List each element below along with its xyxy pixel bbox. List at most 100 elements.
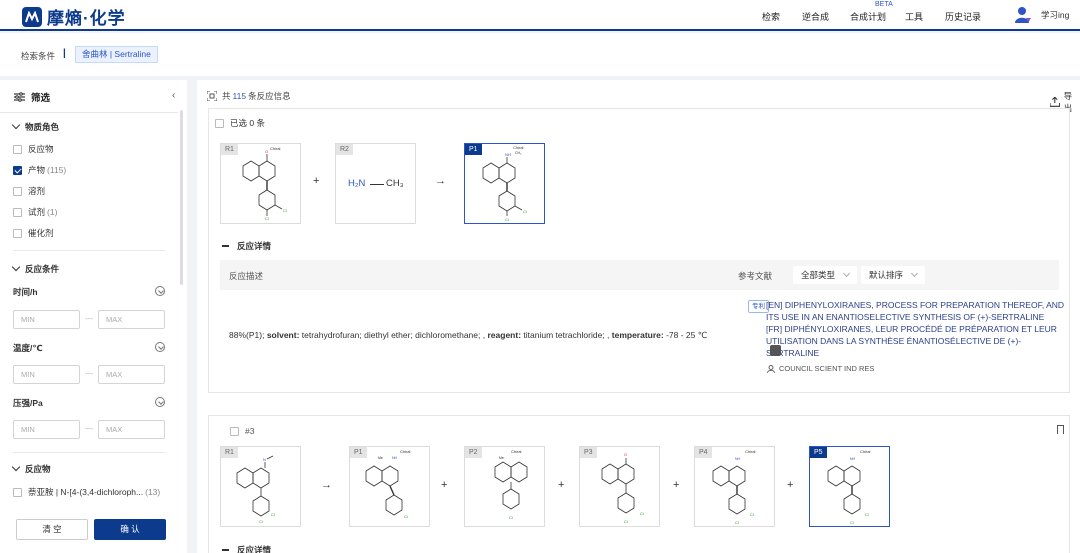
copy-icon[interactable] bbox=[770, 345, 781, 356]
checkbox[interactable] bbox=[13, 487, 22, 497]
reference-link[interactable]: [EN] DIPHENYLOXIRANES, PROCESS FOR PREPA… bbox=[766, 299, 1066, 359]
svg-text:Cl: Cl bbox=[523, 209, 527, 214]
svg-text:Cl: Cl bbox=[624, 519, 628, 524]
temperature-max-input[interactable]: MAX bbox=[98, 365, 165, 384]
filter-sliders-icon bbox=[14, 92, 25, 102]
logo-text: 摩熵·化学 bbox=[47, 9, 126, 28]
time-max-input[interactable]: MAX bbox=[98, 310, 165, 329]
svg-text:N: N bbox=[263, 457, 266, 462]
section-reactant[interactable]: 反应物 bbox=[13, 463, 51, 475]
filter-title: 筛选 bbox=[14, 90, 50, 104]
checkbox[interactable] bbox=[215, 118, 224, 128]
reference-organization: COUNCIL SCIENT IND RES bbox=[767, 364, 874, 373]
checkbox-checked[interactable] bbox=[13, 165, 22, 175]
molecule-structure: Chiral CH₃ NH Cl Cl bbox=[482, 145, 527, 222]
molecule-card-r1[interactable]: R1 Chiral O Cl Cl bbox=[220, 143, 301, 224]
role-product[interactable]: 产物 (115) bbox=[13, 164, 66, 176]
nav-retrosynthesis[interactable]: 逆合成 bbox=[802, 10, 829, 23]
molecule-structure: Chiral NH Cl Cl bbox=[827, 449, 871, 525]
svg-text:CH₃: CH₃ bbox=[515, 151, 522, 155]
role-catalyst[interactable]: 催化剂 bbox=[13, 227, 54, 239]
reaction-detail-toggle[interactable]: 反应详情 bbox=[222, 544, 271, 553]
temperature-min-input[interactable]: MIN bbox=[13, 365, 80, 384]
svg-text:Cl: Cl bbox=[259, 519, 263, 524]
divider bbox=[13, 452, 165, 453]
filter-sidebar: 筛选 ‹ 物质角色 反应物 产物 (115) 溶剂 试剂 (1) 催化剂 反应条件 … bbox=[0, 80, 187, 553]
nav-tools[interactable]: 工具 bbox=[905, 10, 923, 23]
reaction-arrow: → bbox=[435, 175, 446, 187]
svg-text:O: O bbox=[624, 452, 627, 457]
molecule-card-r2[interactable]: R2 H₂N CH₃ bbox=[335, 143, 416, 224]
pressure-min-input[interactable]: MIN bbox=[13, 420, 80, 439]
molecule-structure: Chiral O Cl Cl bbox=[242, 146, 287, 221]
nav-synthesis-plan[interactable]: 合成计划 bbox=[850, 10, 886, 23]
molecule-card-p2[interactable]: P2 Chiral Me Cl bbox=[464, 446, 545, 527]
svg-text:NH: NH bbox=[392, 456, 398, 460]
chevron-left-icon[interactable]: ‹ bbox=[172, 90, 175, 101]
pressure-label: 压强/Pa bbox=[13, 398, 43, 408]
svg-text:Cl: Cl bbox=[640, 511, 644, 516]
section-conditions[interactable]: 反应条件 bbox=[13, 263, 59, 275]
formula-amine: H₂N bbox=[348, 178, 366, 189]
checkbox[interactable] bbox=[13, 144, 22, 154]
minus-icon bbox=[222, 245, 229, 247]
time-label: 时间/h bbox=[13, 287, 38, 297]
nav-search[interactable]: 检索 bbox=[762, 10, 780, 23]
molecule-card-p4[interactable]: P4 Chiral NH Cl Cl bbox=[694, 446, 775, 527]
checkbox[interactable] bbox=[13, 228, 22, 238]
svg-text:Cl: Cl bbox=[509, 515, 513, 520]
role-reagent[interactable]: 试剂 (1) bbox=[13, 206, 57, 218]
criteria-separator: | bbox=[63, 48, 66, 59]
svg-text:Chiral: Chiral bbox=[745, 449, 756, 454]
molecule-card-p1[interactable]: P1 Chiral Me NH Cl bbox=[349, 446, 430, 527]
svg-text:Chiral: Chiral bbox=[860, 449, 871, 454]
reaction-detail-toggle[interactable]: 反应详情 bbox=[222, 240, 271, 252]
chevron-down-circle-icon[interactable] bbox=[155, 286, 165, 296]
role-reactant[interactable]: 反应物 bbox=[13, 143, 54, 155]
plus-operator: + bbox=[673, 479, 680, 491]
sort-select[interactable]: 默认排序 bbox=[861, 266, 926, 284]
svg-text:Cl: Cl bbox=[505, 217, 509, 222]
svg-text:Chiral: Chiral bbox=[270, 146, 281, 151]
svg-text:Cl: Cl bbox=[283, 208, 287, 213]
nav-history[interactable]: 历史记录 bbox=[945, 10, 981, 23]
clear-button[interactable]: 清 空 bbox=[16, 519, 88, 540]
formula-methyl: CH₃ bbox=[386, 178, 404, 189]
header-reference: 参考文献 bbox=[738, 271, 773, 281]
section-role[interactable]: 物质角色 bbox=[13, 121, 59, 133]
top-navbar: 摩熵·化学 检索 逆合成 合成计划 BETA 工具 历史记录 学习ing bbox=[0, 0, 1080, 31]
select-all[interactable]: 已选 0 条 bbox=[215, 117, 265, 129]
bookmark-icon[interactable] bbox=[1057, 425, 1064, 434]
chevron-down-circle-icon[interactable] bbox=[155, 397, 165, 407]
svg-text:NH: NH bbox=[735, 457, 741, 461]
type-filter-select[interactable]: 全部类型 bbox=[793, 266, 858, 284]
checkbox[interactable] bbox=[230, 426, 239, 436]
search-criteria-bar: 检索条件 | 舍曲林 | Sertraline bbox=[0, 33, 1080, 76]
logo[interactable]: 摩熵·化学 bbox=[22, 4, 126, 29]
reactant-item[interactable]: 萘亚胺 | N-[4-(3,4-dichloroph... (13) bbox=[13, 486, 160, 498]
chevron-down-circle-icon[interactable] bbox=[155, 342, 165, 352]
sidebar-scrollbar[interactable] bbox=[180, 110, 183, 285]
bond-line bbox=[370, 184, 384, 185]
user-menu[interactable]: 学习ing bbox=[1014, 6, 1069, 24]
svg-text:Me: Me bbox=[378, 456, 383, 460]
criteria-tag[interactable]: 舍曲林 | Sertraline bbox=[75, 46, 158, 63]
molecule-card-p3[interactable]: P3 O Cl Cl bbox=[579, 446, 660, 527]
plus-operator: + bbox=[313, 175, 320, 187]
svg-text:NH: NH bbox=[850, 457, 856, 461]
pressure-max-input[interactable]: MAX bbox=[98, 420, 165, 439]
molecule-structure: Chiral Me Cl bbox=[494, 449, 528, 520]
molecule-card-p1[interactable]: P1 Chiral CH₃ NH Cl Cl bbox=[464, 143, 545, 224]
molecule-card-r1[interactable]: R1 N Cl Cl bbox=[220, 446, 301, 527]
molecule-card-p5[interactable]: P5 Chiral NH Cl Cl bbox=[809, 446, 890, 527]
confirm-button[interactable]: 确 认 bbox=[94, 519, 166, 540]
divider bbox=[13, 250, 165, 251]
reaction-arrow: → bbox=[321, 479, 332, 491]
role-solvent[interactable]: 溶剂 bbox=[13, 185, 45, 197]
reaction-card: #3 R1 N Cl Cl → P1 Chiral Me NH Cl + P2 … bbox=[208, 415, 1070, 553]
export-icon bbox=[1050, 97, 1060, 107]
time-min-input[interactable]: MIN bbox=[13, 310, 80, 329]
criteria-label: 检索条件 bbox=[21, 51, 56, 61]
checkbox[interactable] bbox=[13, 207, 22, 217]
checkbox[interactable] bbox=[13, 186, 22, 196]
